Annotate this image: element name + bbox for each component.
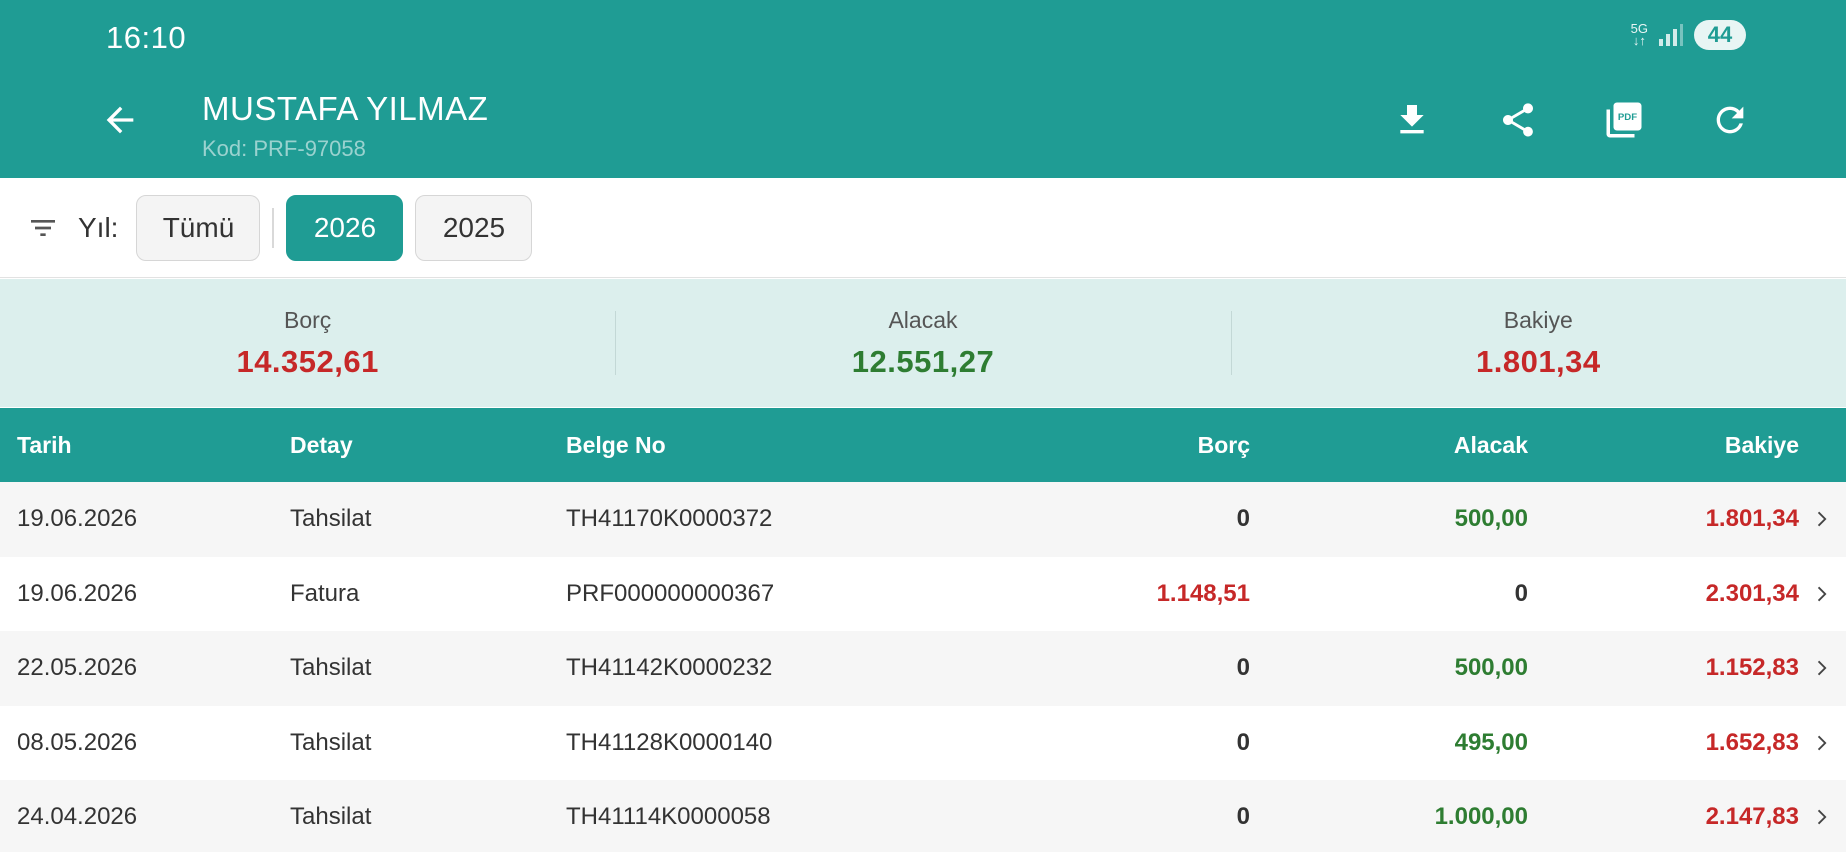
- year-filter-bar: Yıl: Tümü 2026 2025: [0, 178, 1846, 278]
- cell-borc: 1.148,51: [1156, 579, 1250, 607]
- filter-icon[interactable]: [26, 211, 60, 245]
- column-header-bakiye[interactable]: Bakiye: [1725, 408, 1799, 482]
- cell-bakiye: 2.147,83: [1705, 803, 1799, 831]
- chip-year-all[interactable]: Tümü: [136, 194, 261, 261]
- chip-divider: [272, 207, 275, 248]
- cell-alacak: 1.000,00: [1434, 803, 1528, 831]
- cell-tarih: 22.05.2026: [17, 654, 138, 682]
- download-icon: [1400, 105, 1424, 134]
- cell-borc: 0: [1236, 803, 1250, 831]
- back-arrow-icon: [106, 106, 134, 134]
- chevron-right-icon: [1806, 631, 1836, 706]
- table-row[interactable]: 22.05.2026 Tahsilat TH41142K0000232 0 50…: [0, 631, 1846, 706]
- cell-belge-no: TH41142K0000232: [566, 654, 773, 682]
- column-header-belge-no[interactable]: Belge No: [566, 408, 666, 482]
- cell-borc: 0: [1236, 654, 1250, 682]
- chip-year-2026[interactable]: 2026: [286, 194, 404, 261]
- cell-alacak: 495,00: [1454, 728, 1528, 756]
- table-header: Tarih Detay Belge No Borç Alacak Bakiye: [0, 408, 1846, 482]
- pdf-icon: PDF: [1606, 102, 1642, 138]
- column-header-detay[interactable]: Detay: [290, 408, 353, 482]
- cell-borc: 0: [1236, 505, 1250, 533]
- signal-icon: [1659, 24, 1683, 46]
- chevron-right-icon: [1806, 706, 1836, 781]
- svg-text:PDF: PDF: [1618, 112, 1637, 123]
- balance-summary: Borç 14.352,61 Alacak 12.551,27 Bakiye 1…: [0, 279, 1846, 407]
- table-row[interactable]: 24.04.2026 Tahsilat TH41114K0000058 0 1.…: [0, 780, 1846, 852]
- cell-alacak: 500,00: [1454, 654, 1528, 682]
- app-root: 16:10 5G ↓↑ 44 MUSTAFA YILMAZ Kod: PRF-97…: [0, 0, 1846, 852]
- back-button[interactable]: [96, 96, 144, 144]
- summary-bakiye: Bakiye 1.801,34: [1230, 279, 1846, 407]
- cell-detay: Fatura: [290, 579, 360, 607]
- app-header: 16:10 5G ↓↑ 44 MUSTAFA YILMAZ Kod: PRF-97…: [0, 0, 1846, 178]
- summary-alacak-label: Alacak: [888, 306, 958, 333]
- chevron-right-icon: [1806, 482, 1836, 557]
- cell-tarih: 19.06.2026: [17, 505, 138, 533]
- table-row[interactable]: 08.05.2026 Tahsilat TH41128K0000140 0 49…: [0, 705, 1846, 781]
- cell-detay: Tahsilat: [290, 728, 372, 756]
- chevron-right-icon: [1806, 780, 1836, 852]
- cell-tarih: 08.05.2026: [17, 728, 138, 756]
- chevron-right-icon: [1806, 557, 1836, 632]
- cell-belge-no: TH41128K0000140: [566, 728, 773, 756]
- refresh-icon: [1716, 106, 1744, 134]
- cell-alacak: 500,00: [1454, 505, 1528, 533]
- column-header-tarih[interactable]: Tarih: [17, 408, 72, 482]
- summary-alacak-value: 12.551,27: [851, 343, 995, 379]
- cell-detay: Tahsilat: [290, 803, 372, 831]
- cell-alacak: 0: [1514, 579, 1528, 607]
- status-indicators: 5G ↓↑ 44: [1631, 20, 1746, 50]
- share-icon: [1503, 103, 1533, 137]
- cell-borc: 0: [1236, 728, 1250, 756]
- transaction-list: 19.06.2026 Tahsilat TH41170K0000372 0 50…: [0, 482, 1846, 852]
- network-5g-icon: 5G ↓↑: [1630, 21, 1648, 48]
- cell-tarih: 19.06.2026: [17, 579, 138, 607]
- cell-detay: Tahsilat: [290, 505, 372, 533]
- table-row[interactable]: 19.06.2026 Tahsilat TH41170K0000372 0 50…: [0, 482, 1846, 557]
- cell-bakiye: 2.301,34: [1705, 579, 1799, 607]
- column-header-alacak[interactable]: Alacak: [1454, 408, 1528, 482]
- cell-belge-no: PRF000000000367: [566, 579, 775, 607]
- network-label: 5G: [1630, 21, 1648, 36]
- summary-bakiye-label: Bakiye: [1503, 306, 1573, 333]
- cell-bakiye: 1.152,83: [1705, 654, 1799, 682]
- summary-bakiye-value: 1.801,34: [1475, 343, 1601, 379]
- refresh-button[interactable]: [1704, 94, 1756, 146]
- summary-borc-value: 14.352,61: [236, 343, 379, 379]
- customer-code: Kod: PRF-97058: [202, 136, 366, 161]
- summary-borc-label: Borç: [284, 306, 332, 333]
- cell-tarih: 24.04.2026: [17, 803, 138, 831]
- status-time: 16:10: [106, 20, 187, 55]
- header-actions: PDF: [1386, 94, 1756, 146]
- chip-year-2025[interactable]: 2025: [415, 194, 533, 261]
- year-filter-label: Yıl:: [78, 211, 119, 243]
- cell-belge-no: TH41114K0000058: [566, 803, 771, 831]
- cell-bakiye: 1.652,83: [1705, 728, 1799, 756]
- summary-alacak: Alacak 12.551,27: [615, 279, 1230, 407]
- cell-bakiye: 1.801,34: [1705, 505, 1799, 533]
- pdf-button[interactable]: PDF: [1598, 94, 1650, 146]
- cell-belge-no: TH41170K0000372: [566, 505, 773, 533]
- share-button[interactable]: [1492, 94, 1544, 146]
- column-header-borc[interactable]: Borç: [1198, 408, 1250, 482]
- download-button[interactable]: [1386, 94, 1438, 146]
- battery-icon: 44: [1694, 20, 1746, 50]
- table-row[interactable]: 19.06.2026 Fatura PRF000000000367 1.148,…: [0, 556, 1846, 632]
- page-title: MUSTAFA YILMAZ: [202, 90, 489, 127]
- cell-detay: Tahsilat: [290, 654, 372, 682]
- summary-borc: Borç 14.352,61: [0, 279, 615, 407]
